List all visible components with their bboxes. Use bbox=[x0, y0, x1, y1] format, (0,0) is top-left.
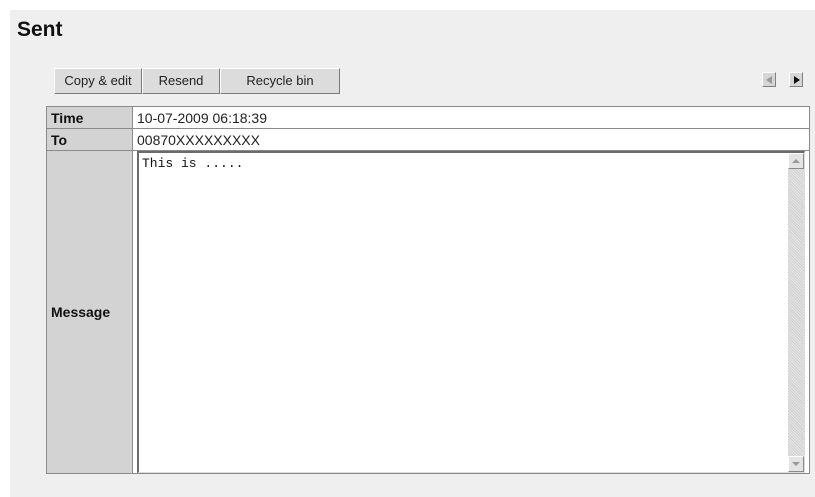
resend-button[interactable]: Resend bbox=[142, 68, 220, 94]
table-row: Message This is ..... bbox=[46, 150, 810, 474]
scroll-up-button[interactable] bbox=[788, 153, 804, 169]
time-label: Time bbox=[46, 106, 133, 129]
page-title: Sent bbox=[17, 18, 63, 41]
to-label: To bbox=[46, 128, 133, 151]
copy-edit-button[interactable]: Copy & edit bbox=[54, 68, 142, 94]
prev-button[interactable] bbox=[762, 72, 776, 87]
message-text: This is ..... bbox=[142, 156, 244, 171]
recycle-bin-button[interactable]: Recycle bin bbox=[220, 68, 340, 94]
message-cell: This is ..... bbox=[132, 150, 810, 474]
triangle-right-icon bbox=[794, 76, 800, 84]
next-button[interactable] bbox=[789, 72, 803, 87]
toolbar: Copy & edit Resend Recycle bin bbox=[54, 68, 340, 94]
triangle-left-icon bbox=[766, 76, 772, 84]
table-row: Time 10-07-2009 06:18:39 bbox=[46, 106, 810, 129]
time-value: 10-07-2009 06:18:39 bbox=[132, 106, 810, 129]
scroll-up-arrow-icon bbox=[792, 159, 800, 163]
scroll-down-button[interactable] bbox=[788, 456, 804, 472]
table-row: To 00870XXXXXXXXX bbox=[46, 128, 810, 151]
message-label: Message bbox=[46, 150, 133, 474]
to-value: 00870XXXXXXXXX bbox=[132, 128, 810, 151]
vertical-scrollbar[interactable] bbox=[788, 153, 804, 472]
message-textarea[interactable]: This is ..... bbox=[137, 151, 805, 473]
message-details-table: Time 10-07-2009 06:18:39 To 00870XXXXXXX… bbox=[46, 106, 810, 474]
scroll-down-arrow-icon bbox=[792, 462, 800, 466]
